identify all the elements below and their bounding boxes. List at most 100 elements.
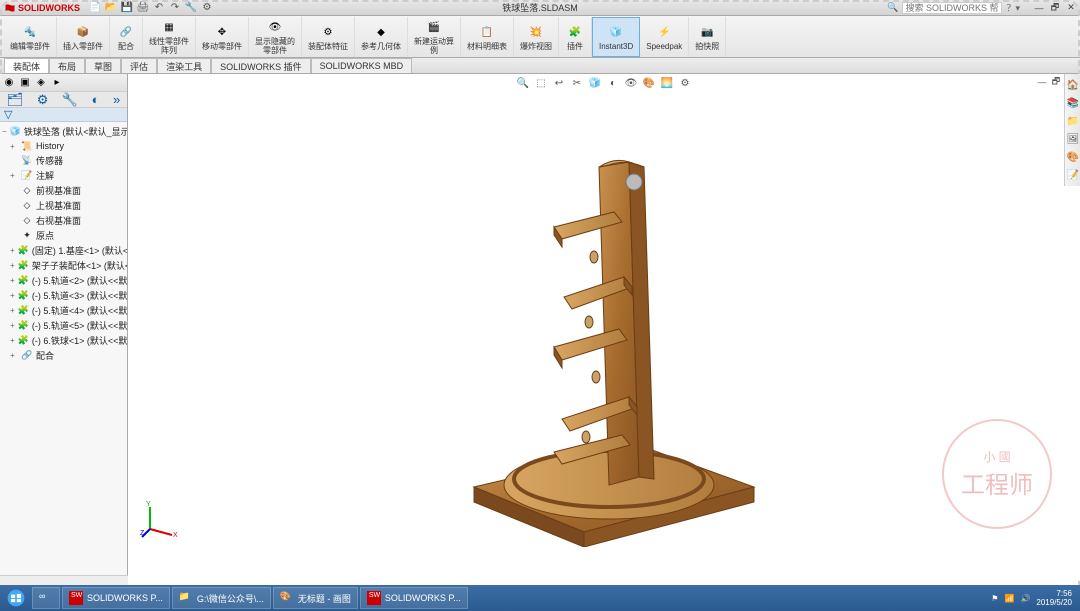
ribbon-speedpak[interactable]: ⚡Speedpak (640, 17, 689, 57)
tp-file-explorer-icon[interactable]: 📁 (1066, 114, 1080, 128)
fm-tab-more-icon[interactable]: » (113, 92, 120, 107)
search-icon: 🔍 (887, 2, 898, 13)
taskbar-explorer[interactable]: 📁G:\微信公众号\... (172, 587, 271, 609)
fm-icon-3[interactable]: ◈ (34, 76, 48, 90)
tab-mbd[interactable]: SOLIDWORKS MBD (311, 58, 413, 73)
ribbon-bom[interactable]: 📋材料明细表 (461, 17, 514, 57)
start-button[interactable] (2, 586, 30, 610)
undo-icon[interactable]: ↶ (152, 1, 166, 15)
tree-node[interactable]: +🧩(-) 5.轨道<2> (默认<<默认> (0, 273, 127, 288)
taskbar-paint[interactable]: 🎨无标题 - 画图 (273, 587, 358, 609)
zoom-fit-icon[interactable]: 🔍 (516, 76, 530, 90)
tp-resources-icon[interactable]: 🏠 (1066, 78, 1080, 92)
vp-max-icon[interactable]: 🗗 (1050, 76, 1062, 88)
zoom-area-icon[interactable]: ⬚ (534, 76, 548, 90)
tp-design-lib-icon[interactable]: 📚 (1066, 96, 1080, 110)
tray-flag-icon[interactable]: ⚑ (991, 594, 998, 603)
close-icon[interactable]: ✕ (1064, 2, 1078, 14)
tree-node[interactable]: +🧩(-) 6.铁球<1> (默认<<默认> (0, 333, 127, 348)
taskbar-sw-1[interactable]: SWSOLIDWORKS P... (62, 587, 170, 609)
window-controls: — 🗗 ✕ (1032, 2, 1078, 14)
tab-render[interactable]: 渲染工具 (157, 58, 211, 73)
display-style-icon[interactable]: ◐ (606, 76, 620, 90)
print-icon[interactable]: 🖨 (136, 1, 150, 15)
new-icon[interactable]: 📄 (88, 1, 102, 15)
fm-icon-1[interactable]: ◉ (2, 76, 16, 90)
tree-node[interactable]: +🧩架子子装配体<1> (默认<<默 (0, 258, 127, 273)
ribbon-move-component[interactable]: ✥移动零部件 (196, 17, 249, 57)
rebuild-icon[interactable]: 🔧 (184, 1, 198, 15)
fm-scrollbar[interactable] (0, 575, 128, 585)
app-logo: SOLIDWORKS (4, 2, 80, 14)
title-bar: SOLIDWORKS 📄 📂 💾 🖨 ↶ ↷ 🔧 ⚙ 铁球坠落.SLDASM 🔍… (0, 0, 1080, 16)
tab-layout[interactable]: 布局 (49, 58, 85, 73)
tree-node[interactable]: +🧩(固定) 1.基座<1> (默认<<默 (0, 243, 127, 258)
fm-tab-tree-icon[interactable]: 🗂 (7, 92, 24, 108)
tree-node[interactable]: +🧩(-) 5.轨道<5> (默认<<默认> (0, 318, 127, 333)
tray-vol-icon[interactable]: 🔊 (1020, 594, 1030, 603)
minimize-icon[interactable]: — (1032, 2, 1046, 14)
search-input[interactable] (902, 2, 1002, 14)
ribbon-show-hidden[interactable]: 👁显示隐藏的零部件 (249, 17, 302, 57)
fm-icon-4[interactable]: ▸ (50, 76, 64, 90)
ribbon-assembly-feature[interactable]: ⚙装配体特征 (302, 17, 355, 57)
taskbar-sw-2[interactable]: SWSOLIDWORKS P... (360, 587, 468, 609)
watermark: 小 國 工程师 (942, 419, 1052, 529)
ribbon-motion-study[interactable]: 🎬新建运动算例 (408, 17, 461, 57)
tab-evaluate[interactable]: 评估 (121, 58, 157, 73)
vp-min-icon[interactable]: — (1036, 76, 1048, 88)
ribbon-instant3d[interactable]: 🧊Instant3D (592, 17, 640, 57)
fm-icon-2[interactable]: ▣ (18, 76, 32, 90)
graphics-viewport[interactable]: 🔍 ⬚ ↩ ✂ 🧊 ◐ 👁 🎨 🌅 ⚙ — 🗗 ✕ (128, 74, 1080, 579)
ribbon-exploded[interactable]: 💥爆炸视图 (514, 17, 559, 57)
tree-node[interactable]: ◇前视基准面 (0, 183, 127, 198)
system-tray[interactable]: ⚑ 📶 🔊 7:562019/5/20 (991, 589, 1078, 607)
tp-appearances-icon[interactable]: 🎨 (1066, 150, 1080, 164)
tree-node[interactable]: +🔗配合 (0, 348, 127, 363)
fm-tab-prop-icon[interactable]: ⚙ (37, 92, 49, 108)
redo-icon[interactable]: ↷ (168, 1, 182, 15)
tree-node[interactable]: 📡传感器 (0, 153, 127, 168)
tree-node[interactable]: +📜History (0, 139, 127, 153)
tree-node[interactable]: ◇上视基准面 (0, 198, 127, 213)
ribbon-ref-geom[interactable]: ◆参考几何体 (355, 17, 408, 57)
view-settings-icon[interactable]: ⚙ (678, 76, 692, 90)
section-icon[interactable]: ✂ (570, 76, 584, 90)
ribbon-edit-component[interactable]: 🔩编辑零部件 (4, 17, 57, 57)
tree-root[interactable]: −🧊铁球坠落 (默认<默认_显示状态-1 (0, 124, 127, 139)
tp-view-palette-icon[interactable]: 🖼 (1066, 132, 1080, 146)
fm-tab-disp-icon[interactable]: ◐ (92, 92, 100, 107)
orientation-triad[interactable]: Y X Z (140, 499, 180, 539)
help-dropdown-icon[interactable]: ？▾ (1006, 1, 1020, 14)
tree-node[interactable]: +🧩(-) 5.轨道<4> (默认<<默认> (0, 303, 127, 318)
restore-icon[interactable]: 🗗 (1048, 2, 1062, 14)
hide-show-icon[interactable]: 👁 (624, 76, 638, 90)
ribbon-toolbar: 🔩编辑零部件 📦插入零部件 🔗配合 ▦线性零部件阵列 ✥移动零部件 👁显示隐藏的… (0, 16, 1080, 58)
tray-net-icon[interactable]: 📶 (1004, 594, 1014, 603)
options-icon[interactable]: ⚙ (200, 1, 214, 15)
scene-icon[interactable]: 🌅 (660, 76, 674, 90)
fm-tab-conf-icon[interactable]: 🔧 (62, 92, 78, 108)
prev-view-icon[interactable]: ↩ (552, 76, 566, 90)
tab-plugins[interactable]: SOLIDWORKS 插件 (211, 58, 311, 73)
tab-sketch[interactable]: 草图 (85, 58, 121, 73)
tp-custom-props-icon[interactable]: 📝 (1066, 168, 1080, 182)
ribbon-snapshot[interactable]: 📷拍快照 (689, 17, 726, 57)
tree-node[interactable]: +🧩(-) 5.轨道<3> (默认<<默认> (0, 288, 127, 303)
view-orient-icon[interactable]: 🧊 (588, 76, 602, 90)
fm-filter-bar[interactable]: ▽ (0, 108, 127, 122)
ribbon-addins[interactable]: 🧩插件 (559, 17, 592, 57)
ribbon-mate[interactable]: 🔗配合 (110, 17, 143, 57)
tab-assembly[interactable]: 装配体 (4, 58, 49, 73)
appearance-icon[interactable]: 🎨 (642, 76, 656, 90)
open-icon[interactable]: 📂 (104, 1, 118, 15)
taskbar-pinned-1[interactable]: ∞ (32, 587, 60, 609)
tree-node[interactable]: +📝注解 (0, 168, 127, 183)
windows-taskbar: ∞ SWSOLIDWORKS P... 📁G:\微信公众号\... 🎨无标题 -… (0, 585, 1080, 611)
tree-node[interactable]: ✦原点 (0, 228, 127, 243)
save-icon[interactable]: 💾 (120, 1, 134, 15)
tree-node[interactable]: ◇右视基准面 (0, 213, 127, 228)
ribbon-pattern[interactable]: ▦线性零部件阵列 (143, 17, 196, 57)
ribbon-insert-component[interactable]: 📦插入零部件 (57, 17, 110, 57)
svg-text:Z: Z (140, 530, 145, 537)
